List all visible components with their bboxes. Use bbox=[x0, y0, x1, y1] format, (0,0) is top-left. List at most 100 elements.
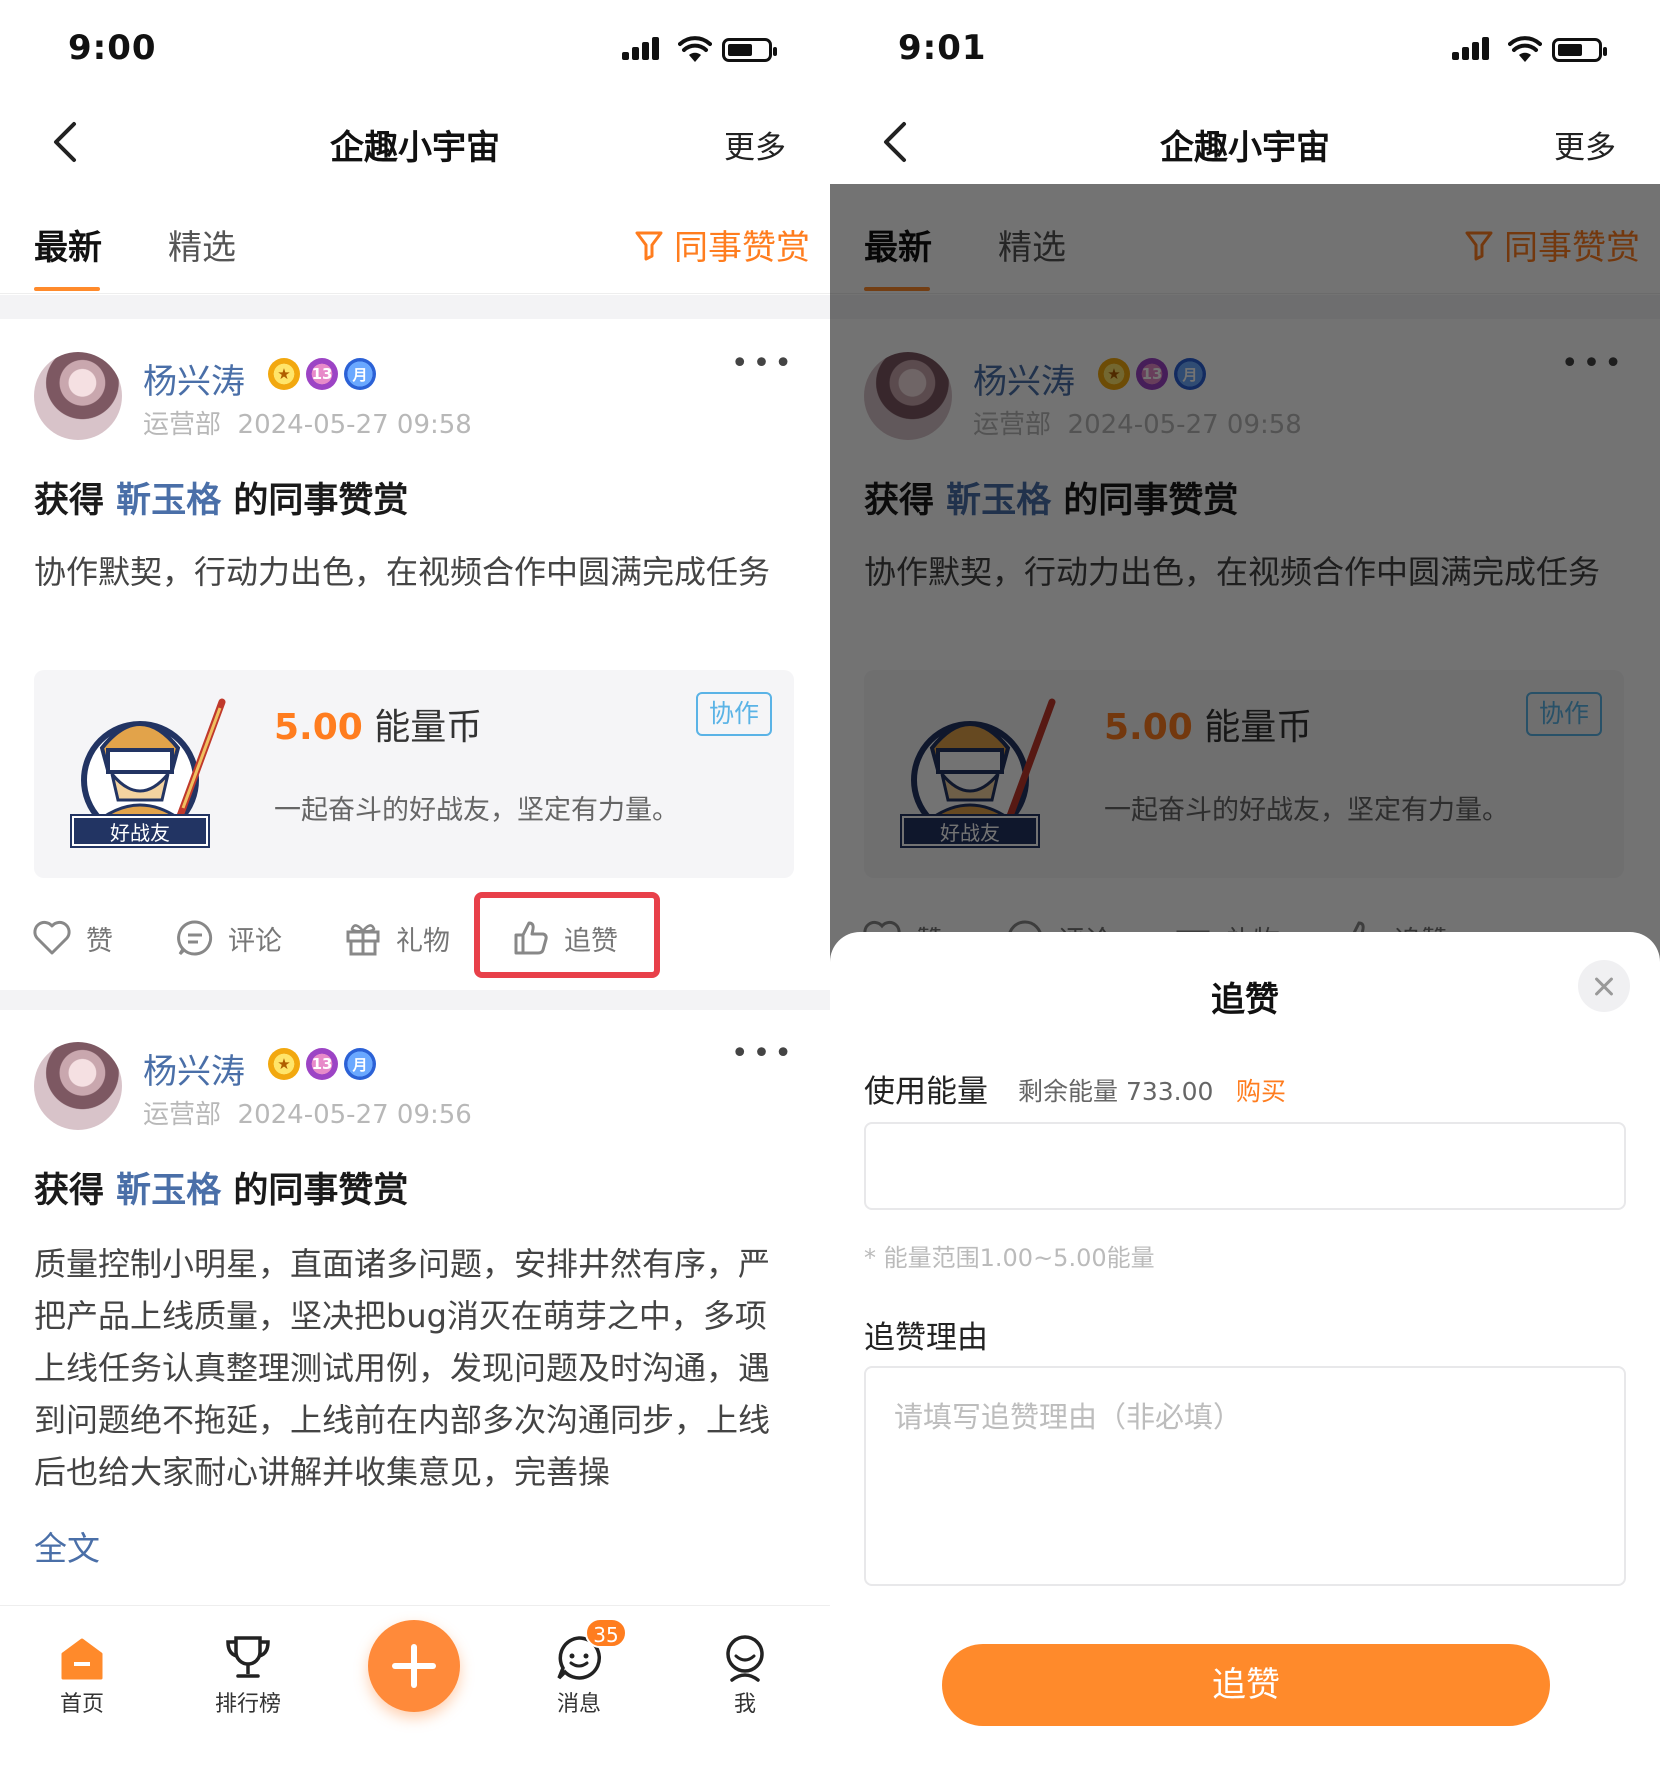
star-badge-icon: ★ bbox=[268, 358, 300, 390]
feed-tabs: 最新 精选 同事赞赏 bbox=[0, 184, 830, 294]
battery-icon bbox=[722, 38, 777, 62]
heart-icon bbox=[33, 920, 71, 955]
post-time: 2024-05-27 09:58 bbox=[237, 410, 472, 440]
post-actions: 赞 评论 礼物 追赞 bbox=[0, 892, 830, 978]
comment-label: 评论 bbox=[228, 925, 282, 957]
more-button[interactable]: 更多 bbox=[1554, 122, 1616, 167]
remaining-energy: 剩余能量 733.00 bbox=[1018, 1077, 1214, 1106]
title-prefix: 获得 bbox=[34, 481, 117, 521]
message-count-badge: 35 bbox=[585, 1618, 627, 1648]
page-title: 企趣小宇宙 bbox=[330, 128, 500, 168]
like-label: 赞 bbox=[86, 925, 113, 957]
author-name[interactable]: 杨兴涛 bbox=[143, 354, 245, 403]
filter-button[interactable]: 同事赞赏 bbox=[634, 220, 810, 269]
post-body: 质量控制小明星，直面诸多问题，安排井然有序，严把产品上线质量，坚决把bug消灭在… bbox=[34, 1245, 771, 1491]
battery-icon bbox=[1552, 38, 1607, 62]
comment-icon bbox=[177, 920, 213, 956]
trophy-icon bbox=[226, 1636, 270, 1678]
more-options-icon[interactable]: ••• bbox=[731, 1036, 796, 1071]
recipient-name[interactable]: 靳玉格 bbox=[116, 481, 221, 521]
tab-me-label: 我 bbox=[733, 1692, 756, 1717]
post-time: 2024-05-27 09:56 bbox=[237, 1100, 472, 1130]
divider-band bbox=[0, 990, 830, 1010]
expand-link[interactable]: 全文 bbox=[34, 1522, 100, 1570]
tab-rank-label: 排行榜 bbox=[214, 1692, 281, 1717]
month-badge-icon: 月 bbox=[344, 1048, 376, 1080]
month-badge-icon: 月 bbox=[344, 358, 376, 390]
post-body: 协作默契，行动力出色，在视频合作中圆满完成任务 bbox=[34, 553, 771, 591]
nav-bar: 企趣小宇宙 更多 bbox=[0, 100, 830, 184]
active-tab-indicator bbox=[34, 287, 100, 291]
energy-label: 使用能量 bbox=[864, 1074, 988, 1110]
praise-sheet: 追赞 使用能量 剩余能量 733.00 购买 * 能量范围1.00~5.00能量… bbox=[830, 932, 1660, 1792]
reward-unit: 能量币 bbox=[374, 707, 483, 748]
nav-bar: 企趣小宇宙 更多 bbox=[830, 100, 1660, 184]
page-title: 企趣小宇宙 bbox=[1160, 128, 1330, 168]
wifi-icon bbox=[1508, 36, 1542, 62]
status-time: 9:01 bbox=[898, 28, 987, 68]
author-dept: 运营部 bbox=[143, 1100, 222, 1130]
author-name[interactable]: 杨兴涛 bbox=[143, 1044, 245, 1093]
highlight-box bbox=[474, 892, 660, 978]
level-badge-icon: 13 bbox=[306, 1048, 338, 1080]
tab-home-label: 首页 bbox=[59, 1692, 104, 1717]
status-bar: 9:01 bbox=[830, 0, 1660, 100]
energy-range-hint: * 能量范围1.00~5.00能量 bbox=[864, 1244, 1155, 1272]
create-post-button[interactable] bbox=[368, 1620, 460, 1712]
reason-label: 追赞理由 bbox=[864, 1320, 988, 1356]
status-icons bbox=[1452, 36, 1622, 64]
category-tag: 协作 bbox=[696, 692, 772, 736]
right-screen: 9:01 企趣小宇宙 更多 最新 精选 同事赞赏 杨兴涛 ★ bbox=[830, 0, 1660, 1792]
energy-input[interactable] bbox=[864, 1122, 1626, 1210]
filter-label: 同事赞赏 bbox=[674, 228, 810, 268]
tab-me[interactable]: 我 bbox=[685, 1626, 805, 1718]
status-icons bbox=[622, 36, 792, 64]
reason-textarea[interactable]: 请填写追赞理由（非必填） bbox=[864, 1366, 1626, 1586]
buy-link[interactable]: 购买 bbox=[1236, 1072, 1286, 1108]
post-meta: 运营部 2024-05-27 09:56 bbox=[143, 1094, 472, 1131]
gift-icon bbox=[346, 924, 380, 956]
like-button[interactable]: 赞 bbox=[32, 898, 113, 978]
post-title: 获得 靳玉格 的同事赞赏 bbox=[34, 472, 408, 523]
recipient-name[interactable]: 靳玉格 bbox=[116, 1171, 221, 1211]
gift-label: 礼物 bbox=[396, 925, 450, 957]
tab-rank[interactable]: 排行榜 bbox=[188, 1626, 308, 1718]
user-badges: ★ 13 月 bbox=[268, 358, 376, 390]
reward-value: 5.00 bbox=[274, 707, 363, 748]
title-suffix: 的同事赞赏 bbox=[221, 481, 409, 521]
profile-icon bbox=[726, 1635, 764, 1682]
filter-icon bbox=[635, 231, 663, 260]
tab-home[interactable]: 首页 bbox=[22, 1626, 142, 1718]
sheet-title: 追赞 bbox=[1211, 980, 1279, 1020]
medal-icon: 好战友 bbox=[62, 688, 232, 858]
left-screen: 9:00 企趣小宇宙 更多 最新 精选 同事赞赏 杨兴涛 ★ 13 月 运营部 … bbox=[0, 0, 830, 1792]
user-badges: ★ 13 月 bbox=[268, 1048, 376, 1080]
tab-messages-label: 消息 bbox=[556, 1692, 601, 1717]
tab-latest[interactable]: 最新 bbox=[34, 220, 102, 269]
home-icon bbox=[61, 1638, 103, 1680]
medal-label: 好战友 bbox=[70, 814, 210, 848]
close-icon[interactable] bbox=[1578, 960, 1630, 1012]
post-meta: 运营部 2024-05-27 09:58 bbox=[143, 404, 472, 441]
more-button[interactable]: 更多 bbox=[724, 122, 786, 167]
avatar[interactable] bbox=[34, 1042, 122, 1130]
title-suffix: 的同事赞赏 bbox=[221, 1171, 409, 1211]
reward-quote: 一起奋斗的好战友，坚定有力量。 bbox=[274, 795, 679, 826]
status-bar: 9:00 bbox=[0, 0, 830, 100]
comment-button[interactable]: 评论 bbox=[176, 898, 282, 978]
divider-band bbox=[0, 295, 830, 319]
tab-messages[interactable]: 35 消息 bbox=[519, 1618, 639, 1718]
status-time: 9:00 bbox=[68, 28, 157, 68]
reward-card[interactable]: 好战友 5.00 能量币 协作 一起奋斗的好战友，坚定有力量。 bbox=[34, 670, 794, 878]
star-badge-icon: ★ bbox=[268, 1048, 300, 1080]
feed-post: 杨兴涛 ★ 13 月 运营部 2024-05-27 09:56 ••• 获得 靳… bbox=[0, 1010, 830, 1605]
wifi-icon bbox=[678, 36, 712, 62]
post-title: 获得 靳玉格 的同事赞赏 bbox=[34, 1162, 408, 1213]
submit-praise-button[interactable]: 追赞 bbox=[942, 1644, 1550, 1726]
tab-featured[interactable]: 精选 bbox=[168, 220, 236, 269]
author-dept: 运营部 bbox=[143, 410, 222, 440]
more-options-icon[interactable]: ••• bbox=[731, 346, 796, 381]
bottom-tab-bar: 首页 排行榜 35 消息 我 bbox=[0, 1605, 830, 1792]
avatar[interactable] bbox=[34, 352, 122, 440]
gift-button[interactable]: 礼物 bbox=[344, 898, 450, 978]
